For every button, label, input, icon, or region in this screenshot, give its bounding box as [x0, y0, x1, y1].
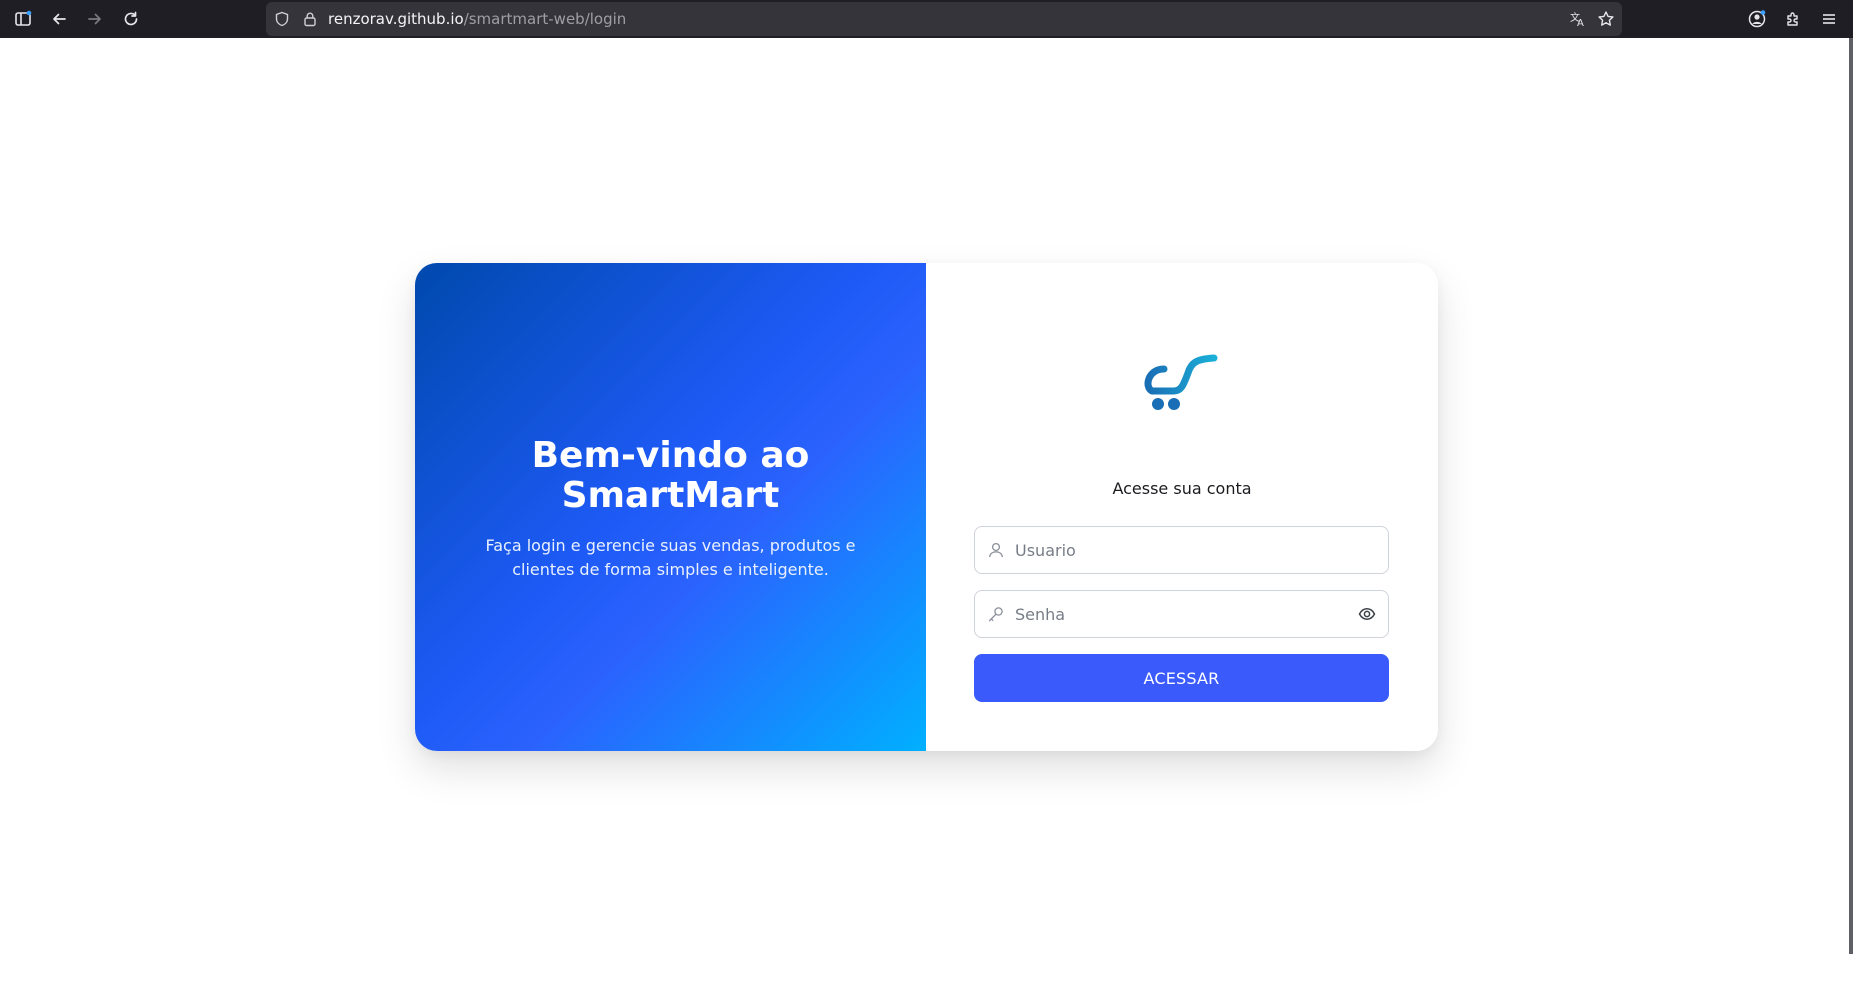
welcome-title: Bem-vindo ao SmartMart — [531, 435, 810, 516]
forward-icon[interactable] — [80, 4, 110, 34]
lock-icon[interactable] — [300, 9, 320, 29]
reload-icon[interactable] — [116, 4, 146, 34]
account-icon[interactable] — [1742, 4, 1772, 34]
username-field[interactable] — [974, 526, 1389, 574]
username-input[interactable] — [1015, 527, 1345, 573]
shield-icon[interactable] — [272, 9, 292, 29]
url-path: /smartmart-web/login — [463, 10, 627, 28]
login-form: Acesse sua conta ACESSAR — [926, 263, 1438, 751]
address-bar[interactable]: renzorav.github.io/smartmart-web/login 文… — [266, 2, 1622, 36]
menu-icon[interactable] — [1814, 4, 1844, 34]
translate-icon[interactable]: 文A — [1568, 9, 1588, 29]
password-field[interactable] — [974, 590, 1389, 638]
login-heading: Acesse sua conta — [1112, 479, 1252, 498]
password-input[interactable] — [1015, 591, 1345, 637]
url-text[interactable]: renzorav.github.io/smartmart-web/login — [328, 2, 626, 36]
back-icon[interactable] — [44, 4, 74, 34]
user-icon — [988, 542, 1004, 558]
svg-text:A: A — [1577, 18, 1584, 28]
url-host: renzorav.github.io — [328, 10, 464, 28]
login-submit-button[interactable]: ACESSAR — [974, 654, 1389, 702]
key-icon — [988, 607, 1003, 622]
login-card: Bem-vindo ao SmartMart Faça login e gere… — [415, 263, 1438, 751]
smartmart-logo-icon — [1144, 354, 1218, 410]
show-password-eye-icon[interactable] — [1356, 603, 1378, 625]
bookmark-star-icon[interactable] — [1596, 9, 1616, 29]
welcome-panel: Bem-vindo ao SmartMart Faça login e gere… — [415, 263, 926, 751]
extensions-icon[interactable] — [1778, 4, 1808, 34]
scrollbar[interactable] — [1849, 38, 1853, 954]
sidebar-icon[interactable] — [8, 4, 38, 34]
welcome-subtitle: Faça login e gerencie suas vendas, produ… — [485, 536, 856, 579]
browser-toolbar: renzorav.github.io/smartmart-web/login 文… — [0, 0, 1853, 38]
